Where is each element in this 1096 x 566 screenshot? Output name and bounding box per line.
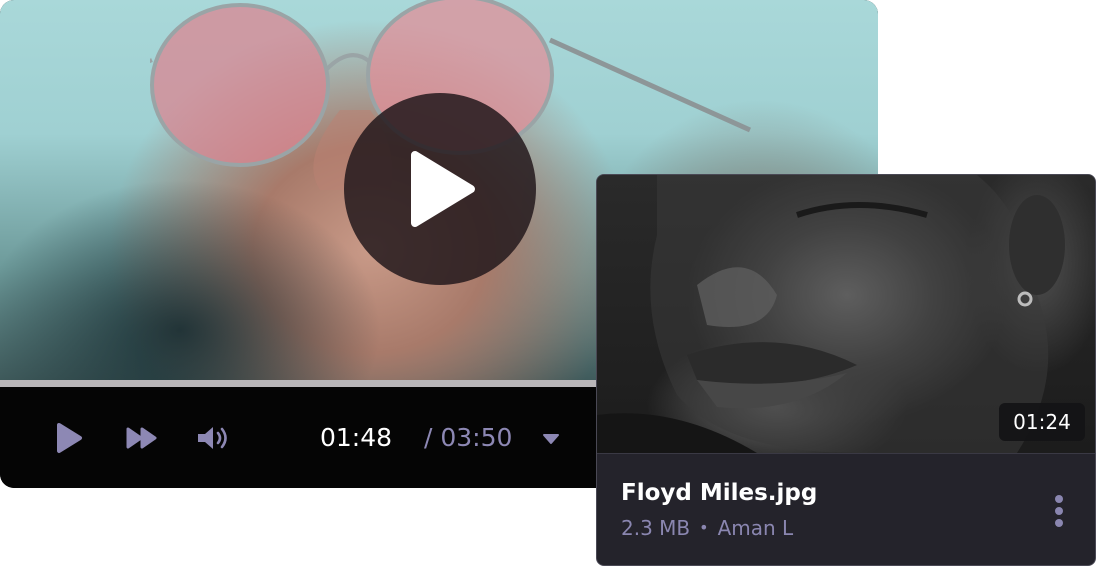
volume-icon [198,427,227,449]
caret-down-icon [543,434,559,444]
play-icon [57,423,82,453]
duration-badge: 01:24 [999,403,1085,441]
overlay-play-button[interactable] [344,93,536,285]
more-options-button[interactable] [1045,491,1073,531]
file-meta: 2.3 MB • Aman L [621,514,793,542]
media-card[interactable]: 01:24 Floyd Miles.jpg 2.3 MB • Aman L [596,174,1096,566]
play-icon [411,151,475,227]
meta-separator: • [699,518,709,537]
file-owner: Aman L [717,516,794,540]
more-vertical-icon [1055,519,1063,527]
total-duration: / 03:50 [424,423,513,452]
playback-options-dropdown[interactable] [540,431,562,447]
volume-button[interactable] [194,422,234,454]
card-divider [597,453,1095,454]
file-name[interactable]: Floyd Miles.jpg [621,477,817,509]
media-thumbnail[interactable]: 01:24 [597,175,1095,453]
file-size: 2.3 MB [621,516,691,540]
current-time: 01:48 [320,423,393,452]
fast-forward-button[interactable] [124,423,160,453]
more-vertical-icon [1055,507,1063,515]
more-vertical-icon [1055,495,1063,503]
fast-forward-icon [126,427,157,449]
play-button[interactable] [52,421,86,455]
